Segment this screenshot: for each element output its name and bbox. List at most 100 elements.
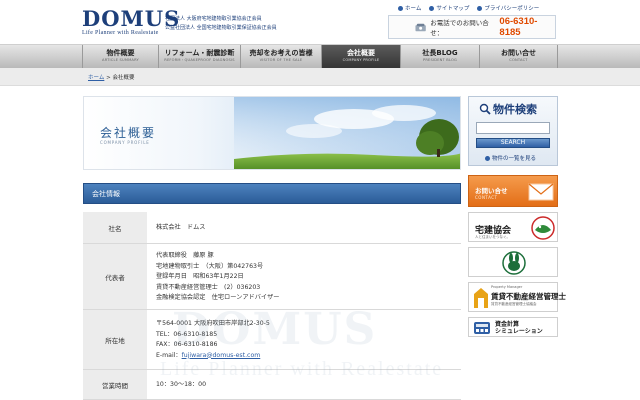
nav-item-label: 会社概要 (347, 49, 375, 57)
dot-icon (398, 5, 403, 11)
top-link-privacy[interactable]: プライバシーポリシー (477, 4, 539, 12)
loan-simulation-banner[interactable]: 資金計算 シミュレーション (468, 317, 558, 337)
nav-item-label: 売却をお考えの皆様 (249, 49, 313, 57)
dot-icon (485, 155, 490, 161)
phone-label: お電話でのお問い合せ： (430, 19, 489, 37)
takken-banner[interactable]: 宅建協会 人と住まいをつなぐ。 (468, 212, 558, 242)
row-label: 社名 (83, 212, 147, 243)
nav-item-sub: PRESIDENT BLOG (422, 58, 458, 62)
zentaku-banner[interactable] (468, 247, 558, 277)
row-line: FAX：06-6310-8186 (156, 341, 218, 348)
breadcrumb-home-link[interactable]: ホーム (88, 75, 104, 81)
nav-item-company-profile[interactable]: 会社概要 COMPANY PROFILE (321, 45, 400, 69)
table-row: 営業時間 10：30～18：00 (83, 370, 461, 400)
top-link-label: プライバシーポリシー (484, 6, 540, 12)
nav-item-label: 物件概要 (106, 49, 135, 57)
property-list-label: 物件の一覧を見る (492, 156, 537, 162)
email-prefix: E-mail： (156, 351, 182, 359)
contact-banner[interactable]: お問い合せ CONTACT (468, 175, 558, 207)
nav-item-label: お問い合せ (501, 49, 536, 57)
section-title: 会社情報 (92, 190, 120, 198)
top-link-label: ホーム (405, 6, 422, 12)
top-link-sitemap[interactable]: サイトマップ (429, 4, 469, 12)
section-header: 会社情報 (83, 183, 461, 204)
dot-icon (429, 5, 435, 11)
row-line: TEL：06-6310-8185 (156, 330, 218, 338)
main-nav: 物件概要 ARTICLE SUMMARY リフォーム・耐震診断 REFORM・Q… (0, 44, 640, 69)
search-title-label: 物件検索 (493, 103, 537, 116)
contact-label: お問い合せ (475, 187, 508, 195)
row-line-email: E-mail：fujiwara@domus-est.com (156, 351, 270, 362)
search-title: 物件検索 (479, 101, 537, 117)
row-line: 〒564-0001 大阪府吹田市岸部北2-30-5 (156, 320, 270, 327)
nav-item-sub: COMPANY PROFILE (342, 58, 380, 62)
search-input[interactable] (476, 122, 550, 134)
association-line-1: 社団法人 大阪府宅地建物取引業協会正会員 (165, 16, 262, 22)
sky-field-image (234, 97, 460, 169)
top-link-label: サイトマップ (436, 6, 470, 12)
simulation-label-line-1: 資金計算 (495, 321, 520, 328)
dot-icon (477, 5, 483, 11)
nav-item-blog[interactable]: 社長BLOG PRESIDENT BLOG (400, 45, 479, 69)
search-button[interactable]: SEARCH (476, 138, 550, 148)
nav-item-sub: CONTACT (509, 58, 528, 62)
hato-mark-icon (531, 216, 555, 240)
phone-number[interactable]: 06-6310-8185 (499, 16, 555, 38)
phone-icon (415, 23, 426, 31)
chintai-top-label: Property Manager (491, 285, 523, 289)
nav-item-sub: VISITOR OF THE SALE (259, 58, 303, 62)
row-line: 賃貸不動産経営管理士 (2）036203 (156, 283, 261, 291)
page-subtitle: COMPANY PROFILE (100, 140, 150, 145)
company-info-table: 社名 株式会社 ドムス 代表者 代表取締役 藤原 豚 宅地建物取引士 （大阪）第… (83, 212, 461, 400)
row-label: 代表者 (83, 244, 147, 309)
row-line: 宅地建物取引士 （大阪）第042763号 (156, 262, 264, 270)
table-row: 社名 株式会社 ドムス (83, 212, 461, 244)
breadcrumb-current: 会社概要 (112, 75, 135, 81)
page-title: 会社概要 (100, 126, 157, 140)
row-label: 所在地 (83, 310, 147, 369)
chintai-manager-banner[interactable]: Property Manager 賃貸不動産経営管理士 賃貸不動産経営管理士協議… (468, 282, 566, 312)
envelope-icon (528, 183, 554, 201)
simulation-label-line-2: シミュレーション (495, 328, 543, 335)
top-link-home[interactable]: ホーム (398, 4, 421, 12)
nav-item-contact[interactable]: お問い合せ CONTACT (479, 45, 558, 69)
chintai-label: 賃貸不動産経営管理士 (491, 292, 566, 301)
chintai-sub: 賃貸不動産経営管理士協議会 (491, 302, 537, 306)
email-link[interactable]: fujiwara@domus-est.com (182, 352, 261, 359)
nav-item-sub: ARTICLE SUMMARY (102, 58, 139, 62)
row-value: 株式会社 ドムス (156, 224, 206, 231)
page-banner: 会社概要 COMPANY PROFILE (83, 96, 461, 170)
row-label: 営業時間 (83, 370, 147, 399)
simulation-label: 資金計算 シミュレーション (495, 321, 543, 335)
row-line: 金融検定協会認定 住宅ローンアドバイザー (156, 294, 280, 301)
row-value: 代表取締役 藤原 豚 宅地建物取引士 （大阪）第042763号 登録年月日 昭和… (156, 251, 279, 304)
table-row: 所在地 〒564-0001 大阪府吹田市岸部北2-30-5 TEL：06-631… (83, 310, 461, 370)
table-row: 代表者 代表取締役 藤原 豚 宅地建物取引士 （大阪）第042763号 登録年月… (83, 244, 461, 310)
association-line-2: 公益社団法人 全国宅地建物取引業保証協会正会員 (165, 25, 277, 31)
nav-item-article-summary[interactable]: 物件概要 ARTICLE SUMMARY (82, 45, 158, 69)
nav-item-sale[interactable]: 売却をお考えの皆様 VISITOR OF THE SALE (240, 45, 321, 69)
top-links: ホーム サイトマップ プライバシーポリシー (398, 4, 539, 12)
phone-box: お電話でのお問い合せ： 06-6310-8185 (388, 15, 556, 39)
contact-sub: CONTACT (475, 195, 498, 200)
nav-item-label: 社長BLOG (422, 49, 458, 57)
row-value: 〒564-0001 大阪府吹田市岸部北2-30-5 TEL：06-6310-81… (156, 319, 270, 361)
property-search-box: 物件検索 SEARCH 物件の一覧を見る (468, 96, 558, 166)
takken-sub: 人と住まいをつなぐ。 (475, 235, 510, 239)
nav-item-reform[interactable]: リフォーム・耐震診断 REFORM・QUAKEPROOF DIAGNOSIS (158, 45, 240, 69)
breadcrumb-separator: > (106, 75, 111, 81)
site-header: DOMUS Life Planner with Realestate 社団法人 … (0, 0, 640, 44)
nav-item-sub: REFORM・QUAKEPROOF DIAGNOSIS (164, 58, 235, 62)
site-tagline: Life Planner with Realestate (82, 30, 159, 36)
breadcrumb: ホーム > 会社概要 (0, 68, 640, 86)
row-line: 登録年月日 昭和63年1月22日 (156, 273, 244, 280)
nav-item-label: リフォーム・耐震診断 (164, 49, 235, 57)
association-info: 社団法人 大阪府宅地建物取引業協会正会員 公益社団法人 全国宅地建物取引業保証協… (165, 15, 277, 33)
row-line: 代表取締役 藤原 豚 (156, 252, 214, 259)
rabbit-logo-icon (502, 251, 526, 275)
chintai-logo-icon (474, 288, 488, 308)
calculator-icon (474, 322, 490, 334)
magnifier-icon (479, 103, 491, 115)
row-value: 10：30～18：00 (156, 381, 207, 388)
property-list-link[interactable]: 物件の一覧を見る (485, 154, 536, 162)
